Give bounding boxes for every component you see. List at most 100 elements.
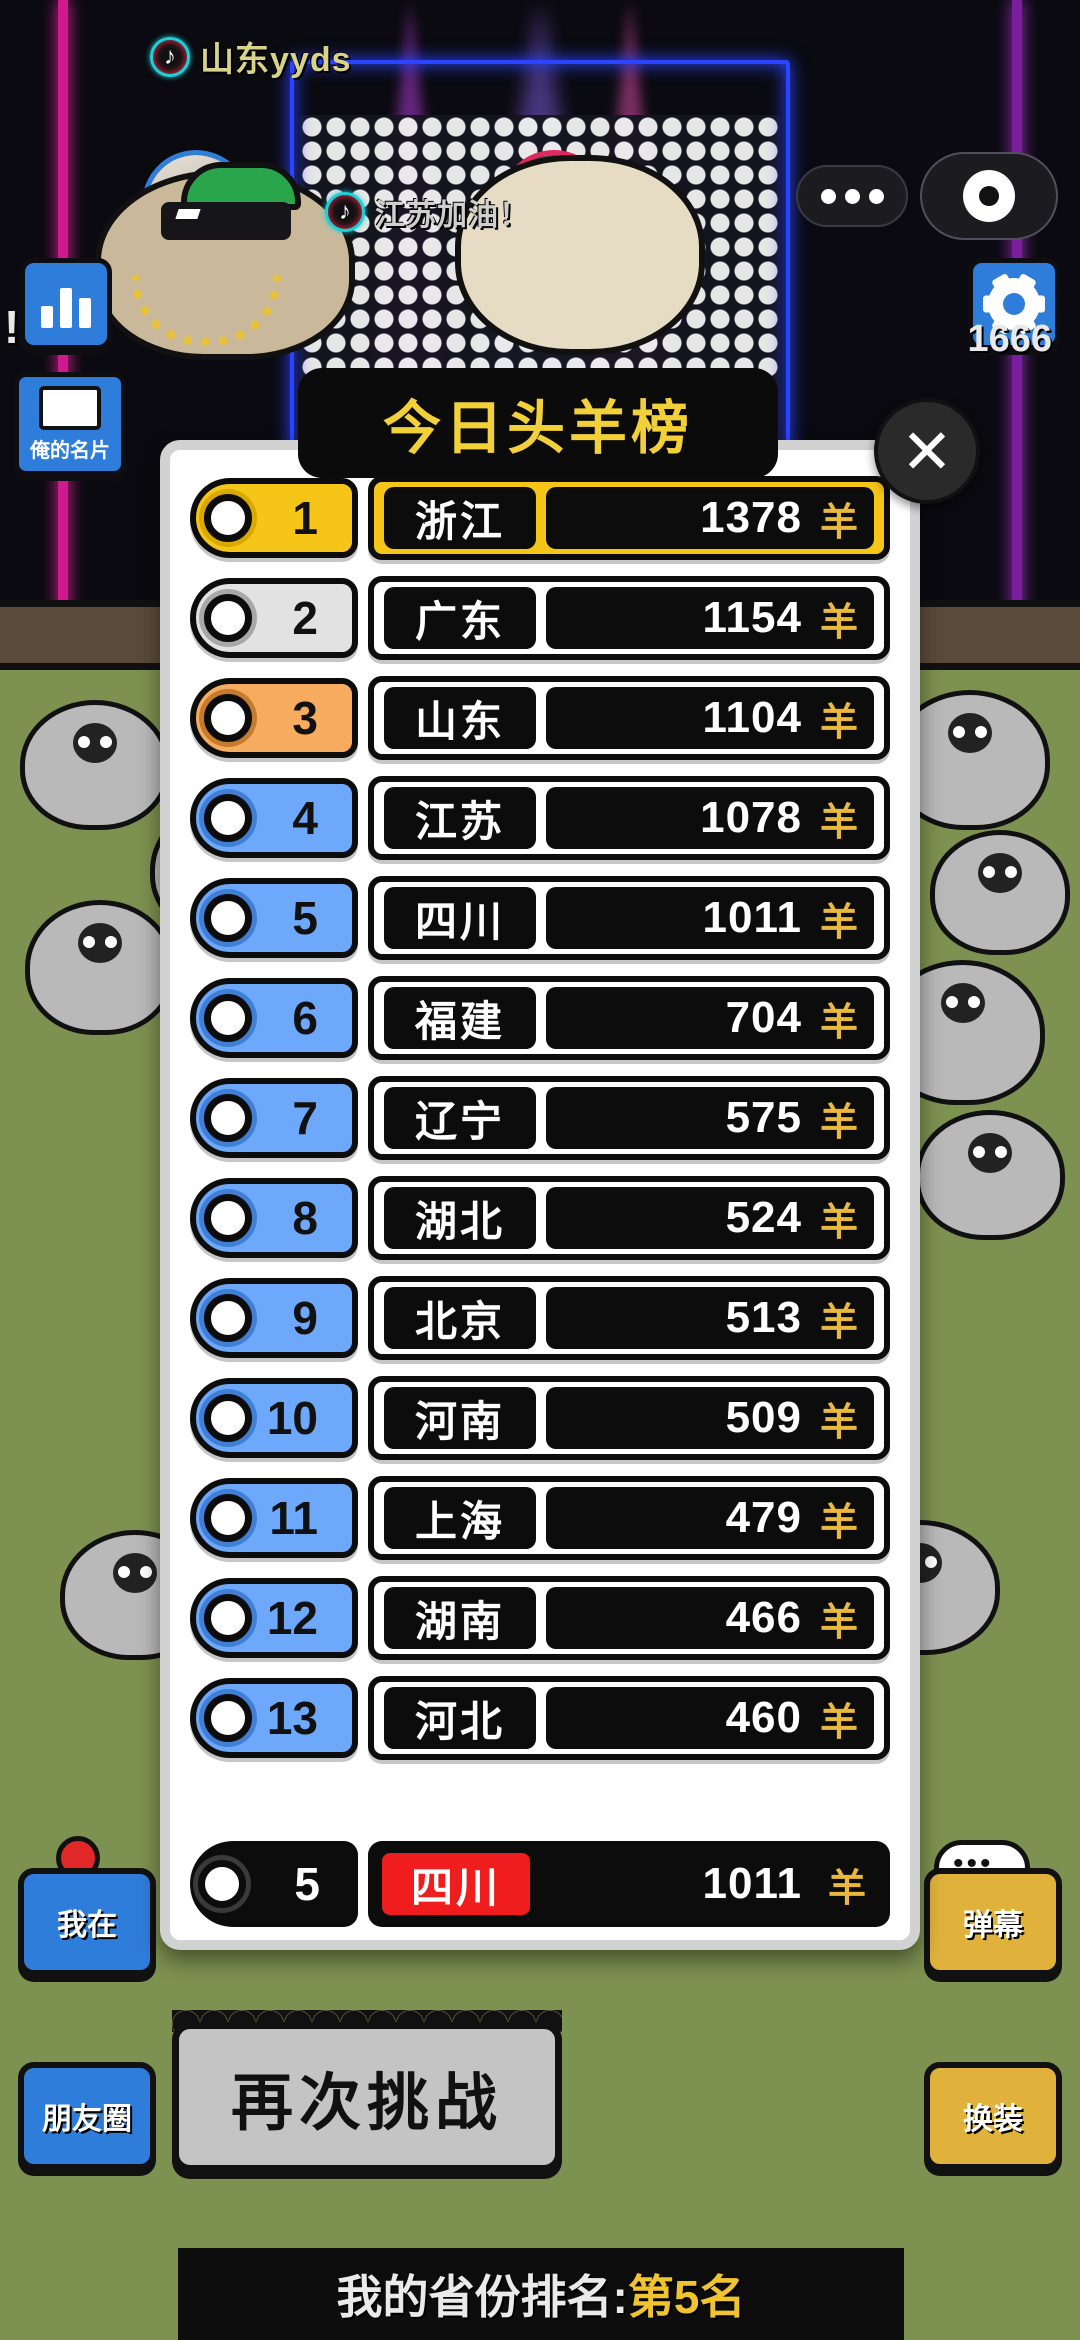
province-label: 江苏: [384, 787, 536, 849]
rank-number: 1: [292, 492, 318, 544]
sheep-unit-icon: 羊: [819, 1201, 858, 1244]
province-label: 浙江: [384, 487, 536, 549]
my-score-value: 1011: [702, 1859, 802, 1908]
row-info: 河南 509 羊: [368, 1376, 890, 1460]
province-label: 辽宁: [384, 1087, 536, 1149]
province-label: 北京: [384, 1287, 536, 1349]
my-row-info: 四川 1011 羊: [368, 1841, 890, 1927]
table-row: 7 辽宁 575 羊: [190, 1074, 890, 1162]
medal-icon: [204, 1194, 252, 1242]
my-rank-chip: 5: [190, 1841, 358, 1927]
sheep-unit-icon: 羊: [819, 1101, 858, 1144]
table-row: 11 上海 479 羊: [190, 1474, 890, 1562]
row-info: 福建 704 羊: [368, 976, 890, 1060]
leaderboard-rows: 1 浙江 1378 羊 2 广东 1154 羊 3 山东 1104 羊 4 江苏 1078 羊 5 四川 1011 羊…: [190, 474, 890, 1824]
row-info: 四川 1011 羊: [368, 876, 890, 960]
sheep-unit-icon: 羊: [819, 1001, 858, 1044]
score-value: 479: [725, 1493, 802, 1542]
table-row: 13 河北 460 羊: [190, 1674, 890, 1762]
medal-icon: [204, 794, 252, 842]
table-row: 5 四川 1011 羊: [190, 874, 890, 962]
table-row: 6 福建 704 羊: [190, 974, 890, 1062]
sheep-unit-icon: 羊: [819, 501, 858, 544]
rank-chip: 2: [190, 578, 358, 658]
leaderboard-panel: 1 浙江 1378 羊 2 广东 1154 羊 3 山东 1104 羊 4 江苏 1078 羊 5 四川 1011 羊…: [160, 440, 920, 1950]
rank-chip: 4: [190, 778, 358, 858]
score-box: 524 羊: [546, 1187, 874, 1249]
score-value: 524: [725, 1193, 802, 1242]
score-box: 460 羊: [546, 1687, 874, 1749]
score-value: 509: [725, 1393, 802, 1442]
row-info: 浙江 1378 羊: [368, 476, 890, 560]
my-rank-number: 5: [294, 1858, 320, 1910]
rank-number: 5: [292, 892, 318, 944]
medal-icon: [204, 1394, 252, 1442]
table-row: 12 湖南 466 羊: [190, 1574, 890, 1662]
province-label: 福建: [384, 987, 536, 1049]
sheep-unit-icon: 羊: [819, 1501, 858, 1544]
rank-number: 6: [292, 992, 318, 1044]
row-info: 广东 1154 羊: [368, 576, 890, 660]
close-icon[interactable]: ✕: [874, 398, 980, 504]
row-info: 山东 1104 羊: [368, 676, 890, 760]
row-info: 江苏 1078 羊: [368, 776, 890, 860]
score-value: 513: [725, 1293, 802, 1342]
rank-chip: 8: [190, 1178, 358, 1258]
score-value: 460: [725, 1693, 802, 1742]
score-value: 1104: [702, 693, 802, 742]
sheep-unit-icon: 羊: [819, 701, 858, 744]
medal-icon: [204, 1694, 252, 1742]
row-info: 北京 513 羊: [368, 1276, 890, 1360]
medal-icon: [204, 894, 252, 942]
rank-chip: 13: [190, 1678, 358, 1758]
province-label: 河北: [384, 1687, 536, 1749]
rank-chip: 1: [190, 478, 358, 558]
score-value: 1078: [700, 793, 802, 842]
medal-icon: [204, 494, 252, 542]
table-row: 3 山东 1104 羊: [190, 674, 890, 762]
medal-icon: [204, 1094, 252, 1142]
score-box: 1011 羊: [546, 887, 874, 949]
leaderboard-modal: 今日头羊榜 ✕ 1 浙江 1378 羊 2 广东 1154 羊 3 山东 1104 羊 4 江苏 1078 羊…: [0, 0, 1080, 2340]
rank-number: 10: [266, 1392, 318, 1444]
sheep-unit-icon: 羊: [819, 601, 858, 644]
province-label: 河南: [384, 1387, 536, 1449]
table-row: 9 北京 513 羊: [190, 1274, 890, 1362]
rank-number: 13: [266, 1692, 318, 1744]
score-value: 704: [725, 993, 802, 1042]
rank-number: 3: [292, 692, 318, 744]
row-info: 湖南 466 羊: [368, 1576, 890, 1660]
sheep-unit-icon: 羊: [827, 1867, 866, 1910]
sheep-unit-icon: 羊: [819, 1601, 858, 1644]
row-info: 上海 479 羊: [368, 1476, 890, 1560]
sheep-unit-icon: 羊: [819, 901, 858, 944]
rank-chip: 5: [190, 878, 358, 958]
modal-title: 今日头羊榜: [298, 368, 778, 478]
rank-chip: 10: [190, 1378, 358, 1458]
rank-chip: 9: [190, 1278, 358, 1358]
province-label: 湖南: [384, 1587, 536, 1649]
medal-icon: [204, 994, 252, 1042]
rank-number: 9: [292, 1292, 318, 1344]
score-value: 1154: [702, 593, 802, 642]
score-box: 513 羊: [546, 1287, 874, 1349]
province-label: 上海: [384, 1487, 536, 1549]
my-score-box: 1011 羊: [542, 1857, 876, 1912]
medal-icon: [204, 594, 252, 642]
province-label: 湖北: [384, 1187, 536, 1249]
province-label: 广东: [384, 587, 536, 649]
medal-icon: [204, 1294, 252, 1342]
medal-icon: [204, 1594, 252, 1642]
rank-number: 12: [266, 1592, 318, 1644]
score-box: 509 羊: [546, 1387, 874, 1449]
row-info: 湖北 524 羊: [368, 1176, 890, 1260]
table-row: 2 广东 1154 羊: [190, 574, 890, 662]
score-box: 1104 羊: [546, 687, 874, 749]
score-box: 1078 羊: [546, 787, 874, 849]
province-label: 四川: [384, 887, 536, 949]
score-value: 466: [725, 1593, 802, 1642]
rank-number: 4: [292, 792, 318, 844]
rank-chip: 12: [190, 1578, 358, 1658]
medal-icon: [204, 1494, 252, 1542]
rank-chip: 3: [190, 678, 358, 758]
